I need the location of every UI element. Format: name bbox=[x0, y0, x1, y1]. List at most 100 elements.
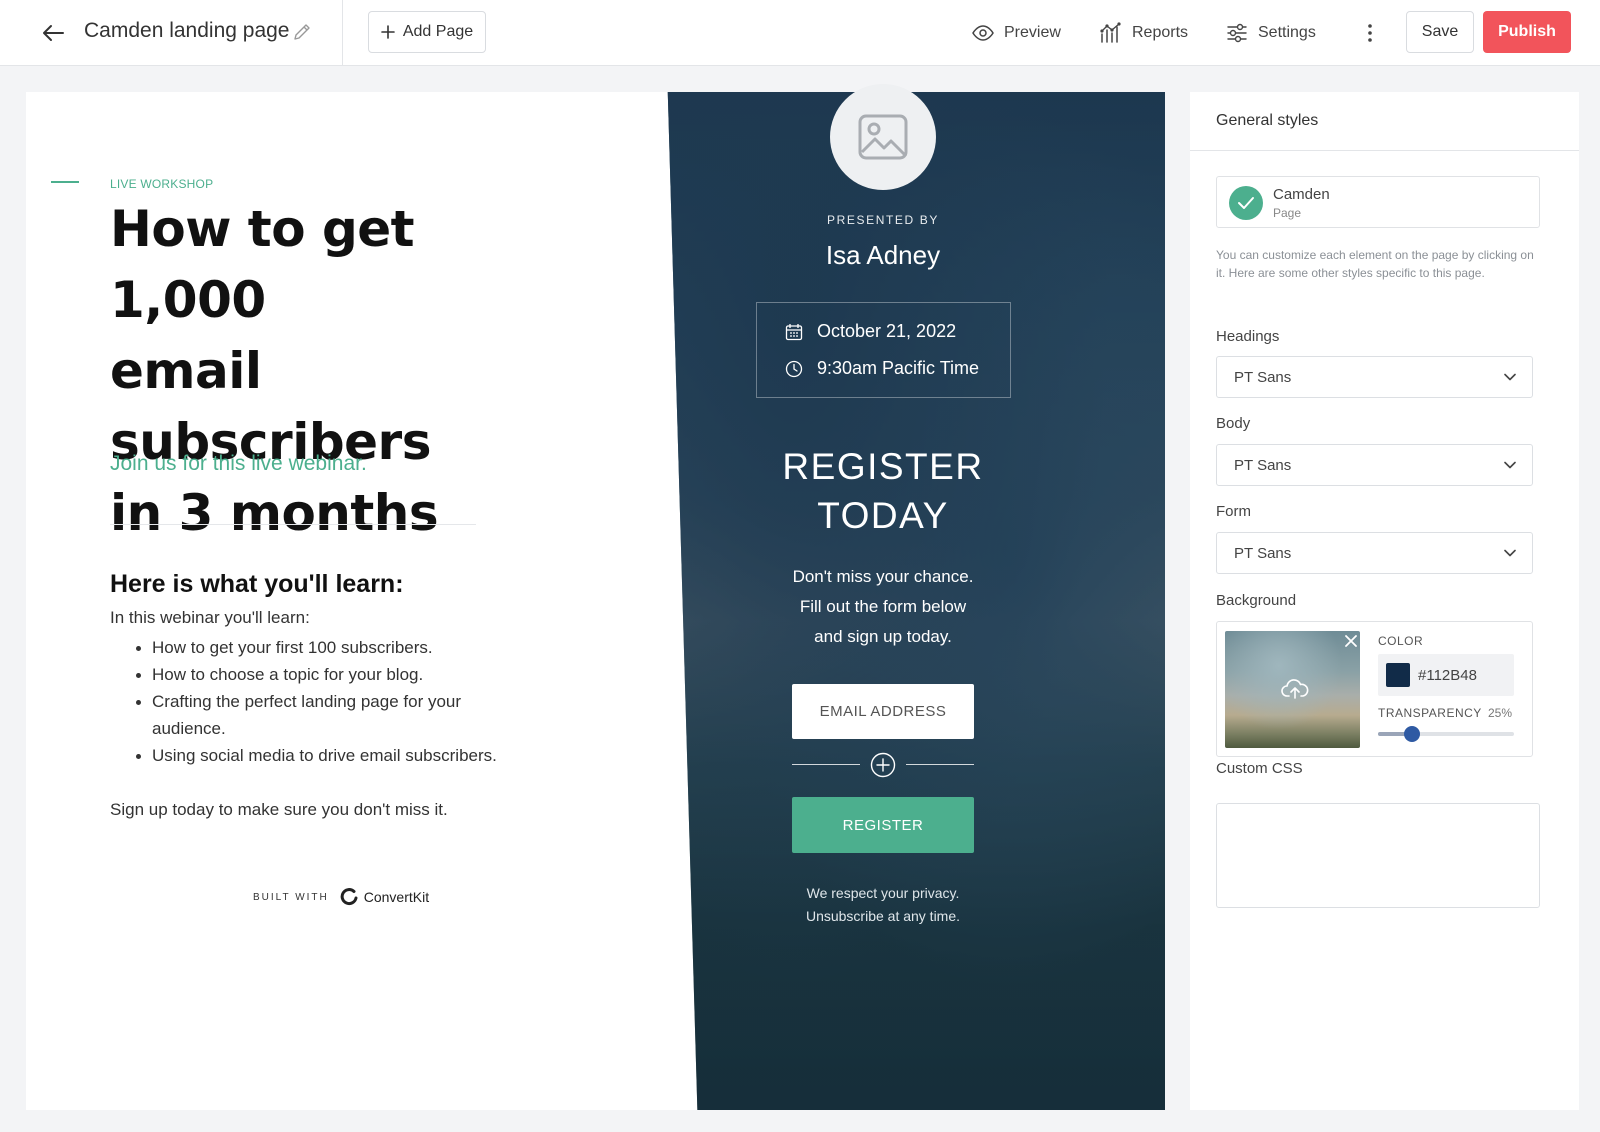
chevron-down-icon bbox=[1504, 549, 1516, 557]
color-swatch bbox=[1386, 663, 1410, 687]
register-heading-line: REGISTER bbox=[782, 446, 984, 487]
register-button[interactable]: REGISTER bbox=[792, 797, 974, 853]
register-copy-line: Fill out the form below bbox=[799, 597, 967, 616]
privacy-line: Unsubscribe at any time. bbox=[805, 908, 961, 924]
presenter-avatar[interactable] bbox=[830, 84, 936, 190]
check-icon bbox=[1229, 186, 1263, 220]
built-with-label: BUILT WITH bbox=[253, 891, 329, 903]
body-font-select[interactable]: PT Sans bbox=[1216, 444, 1533, 486]
lede-text[interactable]: Join us for this live webinar. bbox=[110, 452, 367, 476]
register-copy-line: Don't miss your chance. bbox=[792, 567, 974, 586]
event-date-row: October 21, 2022 bbox=[785, 321, 956, 342]
event-details-box[interactable]: October 21, 2022 9:30am Pacific Time bbox=[756, 302, 1011, 398]
hero-headline-line: How to get 1,000 bbox=[110, 200, 415, 329]
headings-label: Headings bbox=[1216, 328, 1280, 345]
background-image-thumbnail[interactable] bbox=[1225, 631, 1360, 748]
custom-css-label: Custom CSS bbox=[1216, 760, 1303, 777]
transparency-slider[interactable] bbox=[1378, 726, 1514, 742]
color-label: COLOR bbox=[1378, 634, 1424, 648]
background-settings: COLOR #112B48 TRANSPARENCY 25% bbox=[1216, 621, 1533, 757]
learn-heading[interactable]: Here is what you'll learn: bbox=[110, 570, 404, 599]
theme-type: Page bbox=[1273, 206, 1302, 220]
list-item: How to get your first 100 subscribers. bbox=[110, 634, 530, 661]
presented-by-label[interactable]: PRESENTED BY bbox=[750, 213, 1016, 227]
event-date: October 21, 2022 bbox=[817, 321, 957, 341]
body-font-value: PT Sans bbox=[1234, 456, 1292, 474]
divider-line bbox=[906, 764, 974, 765]
chevron-down-icon bbox=[1504, 461, 1516, 469]
top-toolbar: Camden landing page Add Page Preview Rep… bbox=[0, 0, 1600, 66]
list-item: Crafting the perfect landing page for yo… bbox=[110, 688, 530, 742]
pencil-icon[interactable] bbox=[292, 22, 314, 44]
hero-headline[interactable]: How to get 1,000 email subscribers in 3 … bbox=[110, 194, 550, 549]
reports-chart-icon bbox=[1100, 22, 1121, 43]
transparency-value: 25% bbox=[1488, 706, 1513, 720]
sidebar-help-text: You can customize each element on the pa… bbox=[1216, 248, 1534, 280]
add-field-plus-icon[interactable] bbox=[870, 752, 896, 778]
register-heading-line: TODAY bbox=[817, 495, 949, 536]
hero-headline-line: in 3 months bbox=[110, 484, 439, 542]
clock-icon bbox=[785, 360, 803, 377]
convertkit-logo: ConvertKit bbox=[339, 887, 429, 907]
built-with-badge[interactable]: BUILT WITH ConvertKit bbox=[253, 887, 429, 907]
settings-label: Settings bbox=[1258, 24, 1316, 41]
eye-icon bbox=[972, 25, 994, 41]
sliders-icon bbox=[1227, 23, 1247, 43]
register-copy-line: and sign up today. bbox=[814, 627, 952, 646]
learn-outro[interactable]: Sign up today to make sure you don't mis… bbox=[110, 800, 448, 820]
add-form-field bbox=[792, 752, 974, 778]
learn-intro[interactable]: In this webinar you'll learn: bbox=[110, 608, 310, 628]
more-options-icon[interactable] bbox=[1360, 20, 1380, 46]
close-icon[interactable] bbox=[1341, 631, 1360, 651]
page-title[interactable]: Camden landing page bbox=[84, 19, 290, 43]
title-divider bbox=[342, 0, 343, 66]
privacy-note[interactable]: We respect your privacy. Unsubscribe at … bbox=[750, 882, 1016, 928]
back-arrow-icon[interactable] bbox=[38, 18, 68, 48]
event-time-row: 9:30am Pacific Time bbox=[785, 358, 979, 379]
section-divider bbox=[110, 524, 476, 525]
privacy-line: We respect your privacy. bbox=[806, 885, 960, 901]
sidebar-title: General styles bbox=[1190, 92, 1579, 151]
eyebrow-accent-bar bbox=[51, 181, 79, 183]
register-today-heading[interactable]: REGISTER TODAY bbox=[720, 442, 1046, 540]
headings-font-value: PT Sans bbox=[1234, 368, 1292, 386]
convertkit-mark-icon bbox=[340, 888, 358, 905]
register-copy[interactable]: Don't miss your chance. Fill out the for… bbox=[740, 562, 1026, 652]
form-font-select[interactable]: PT Sans bbox=[1216, 532, 1533, 574]
theme-name: Camden bbox=[1273, 186, 1330, 203]
settings-button[interactable]: Settings bbox=[1226, 19, 1316, 47]
form-label: Form bbox=[1216, 503, 1251, 520]
presenter-name[interactable]: Isa Adney bbox=[750, 240, 1016, 271]
image-placeholder-icon bbox=[858, 114, 908, 160]
theme-card[interactable]: Camden Page bbox=[1216, 176, 1540, 228]
cloud-upload-icon[interactable] bbox=[1281, 677, 1309, 701]
content-column: LIVE WORKSHOP How to get 1,000 email sub… bbox=[26, 92, 666, 1110]
publish-button[interactable]: Publish bbox=[1483, 11, 1571, 53]
chevron-down-icon bbox=[1504, 373, 1516, 381]
plus-icon bbox=[381, 25, 395, 39]
reports-button[interactable]: Reports bbox=[1100, 19, 1188, 47]
learn-list[interactable]: How to get your first 100 subscribers. H… bbox=[110, 634, 530, 769]
transparency-label: TRANSPARENCY bbox=[1378, 706, 1482, 720]
styles-sidebar: General styles Camden Page You can custo… bbox=[1190, 92, 1579, 1110]
color-picker[interactable]: #112B48 bbox=[1378, 654, 1514, 696]
calendar-icon bbox=[785, 323, 803, 340]
list-item: How to choose a topic for your blog. bbox=[110, 661, 530, 688]
transparency-slider-handle[interactable] bbox=[1404, 726, 1420, 742]
add-page-button[interactable]: Add Page bbox=[368, 11, 486, 53]
color-hex-value: #112B48 bbox=[1418, 666, 1477, 684]
eyebrow-label[interactable]: LIVE WORKSHOP bbox=[110, 177, 213, 191]
custom-css-field[interactable] bbox=[1216, 803, 1540, 908]
headings-font-select[interactable]: PT Sans bbox=[1216, 356, 1533, 398]
background-label: Background bbox=[1216, 592, 1297, 609]
list-item: Using social media to drive email subscr… bbox=[110, 742, 530, 769]
email-field[interactable] bbox=[792, 684, 974, 739]
preview-label: Preview bbox=[1004, 24, 1061, 41]
save-button[interactable]: Save bbox=[1406, 11, 1474, 53]
reports-label: Reports bbox=[1132, 24, 1189, 41]
preview-button[interactable]: Preview bbox=[972, 19, 1061, 47]
divider-line bbox=[792, 764, 860, 765]
event-time: 9:30am Pacific Time bbox=[817, 358, 980, 378]
convertkit-wordmark: ConvertKit bbox=[363, 889, 430, 905]
form-font-value: PT Sans bbox=[1234, 544, 1292, 562]
